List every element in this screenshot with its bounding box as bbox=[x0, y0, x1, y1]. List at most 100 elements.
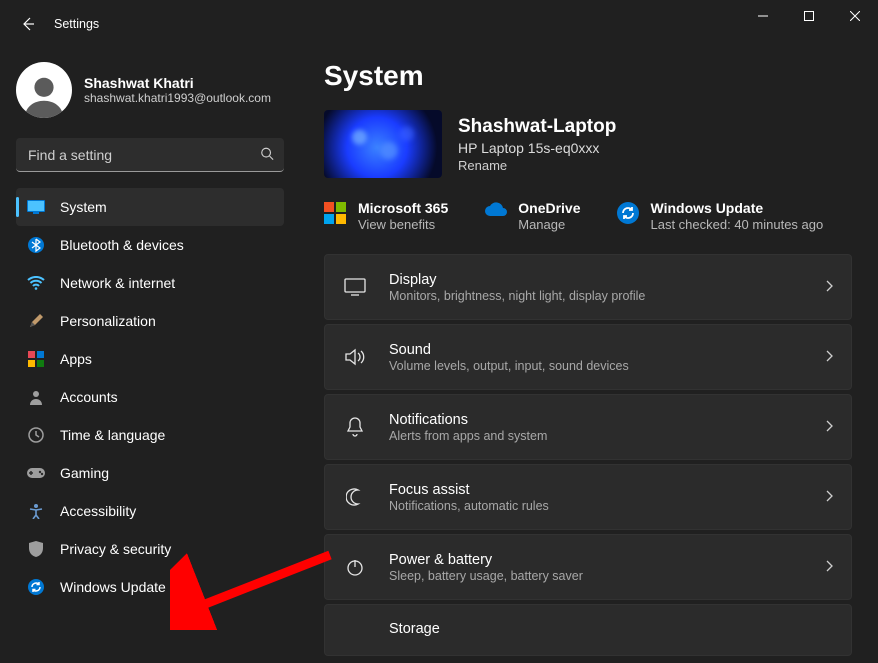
back-button[interactable] bbox=[14, 10, 42, 38]
setting-sub: Volume levels, output, input, sound devi… bbox=[389, 359, 825, 373]
setting-storage[interactable]: Storage bbox=[324, 604, 852, 656]
setting-title: Sound bbox=[389, 342, 825, 358]
cloud-onedrive[interactable]: OneDrive Manage bbox=[484, 200, 580, 232]
close-icon bbox=[850, 11, 860, 21]
chevron-right-icon bbox=[825, 349, 833, 365]
display-icon bbox=[343, 275, 367, 299]
maximize-button[interactable] bbox=[786, 0, 832, 32]
nav-label: Gaming bbox=[60, 465, 109, 481]
profile-block[interactable]: Shashwat Khatri shashwat.khatri1993@outl… bbox=[16, 62, 284, 118]
nav-item-accounts[interactable]: Accounts bbox=[16, 378, 284, 416]
nav-label: Privacy & security bbox=[60, 541, 171, 557]
nav-item-privacy[interactable]: Privacy & security bbox=[16, 530, 284, 568]
bluetooth-icon bbox=[26, 235, 46, 255]
cloud-title: Windows Update bbox=[651, 200, 824, 216]
setting-display[interactable]: Display Monitors, brightness, night ligh… bbox=[324, 254, 852, 320]
apps-icon bbox=[26, 349, 46, 369]
device-rename-link[interactable]: Rename bbox=[458, 158, 616, 173]
settings-list: Display Monitors, brightness, night ligh… bbox=[324, 254, 852, 656]
nav-label: Personalization bbox=[60, 313, 156, 329]
cloud-title: Microsoft 365 bbox=[358, 200, 448, 216]
shield-icon bbox=[26, 539, 46, 559]
cloud-m365[interactable]: Microsoft 365 View benefits bbox=[324, 200, 448, 232]
chevron-right-icon bbox=[825, 419, 833, 435]
sidebar: Shashwat Khatri shashwat.khatri1993@outl… bbox=[0, 48, 300, 663]
arrow-left-icon bbox=[20, 16, 36, 32]
search-icon bbox=[260, 147, 274, 164]
nav-item-network[interactable]: Network & internet bbox=[16, 264, 284, 302]
update-icon bbox=[26, 577, 46, 597]
nav-label: System bbox=[60, 199, 107, 215]
nav-item-bluetooth[interactable]: Bluetooth & devices bbox=[16, 226, 284, 264]
sound-icon bbox=[343, 345, 367, 369]
maximize-icon bbox=[804, 11, 814, 21]
moon-icon bbox=[343, 485, 367, 509]
setting-power[interactable]: Power & battery Sleep, battery usage, ba… bbox=[324, 534, 852, 600]
setting-title: Storage bbox=[389, 621, 833, 637]
accounts-icon bbox=[26, 387, 46, 407]
device-block: Shashwat-Laptop HP Laptop 15s-eq0xxx Ren… bbox=[324, 110, 852, 178]
nav-item-apps[interactable]: Apps bbox=[16, 340, 284, 378]
profile-name: Shashwat Khatri bbox=[84, 75, 271, 91]
accessibility-icon bbox=[26, 501, 46, 521]
nav-item-gaming[interactable]: Gaming bbox=[16, 454, 284, 492]
setting-title: Power & battery bbox=[389, 552, 825, 568]
gaming-icon bbox=[26, 463, 46, 483]
onedrive-icon bbox=[484, 202, 506, 224]
setting-sub: Monitors, brightness, night light, displ… bbox=[389, 289, 825, 303]
search-wrap bbox=[16, 138, 284, 172]
device-wallpaper-thumb[interactable] bbox=[324, 110, 442, 178]
system-icon bbox=[26, 197, 46, 217]
chevron-right-icon bbox=[825, 279, 833, 295]
nav-label: Accounts bbox=[60, 389, 118, 405]
setting-sub: Notifications, automatic rules bbox=[389, 499, 825, 513]
nav-item-system[interactable]: System bbox=[16, 188, 284, 226]
nav-item-time[interactable]: Time & language bbox=[16, 416, 284, 454]
setting-title: Notifications bbox=[389, 412, 825, 428]
device-name: Shashwat-Laptop bbox=[458, 116, 616, 138]
page-title: System bbox=[324, 60, 852, 92]
cloud-title: OneDrive bbox=[518, 200, 580, 216]
setting-notifications[interactable]: Notifications Alerts from apps and syste… bbox=[324, 394, 852, 460]
power-icon bbox=[343, 555, 367, 579]
setting-title: Display bbox=[389, 272, 825, 288]
nav-label: Network & internet bbox=[60, 275, 175, 291]
cloud-update[interactable]: Windows Update Last checked: 40 minutes … bbox=[617, 200, 824, 232]
setting-title: Focus assist bbox=[389, 482, 825, 498]
setting-focus[interactable]: Focus assist Notifications, automatic ru… bbox=[324, 464, 852, 530]
minimize-button[interactable] bbox=[740, 0, 786, 32]
brush-icon bbox=[26, 311, 46, 331]
chevron-right-icon bbox=[825, 559, 833, 575]
nav-label: Bluetooth & devices bbox=[60, 237, 184, 253]
minimize-icon bbox=[758, 11, 768, 21]
storage-icon bbox=[343, 617, 367, 641]
setting-sub: Alerts from apps and system bbox=[389, 429, 825, 443]
cloud-sub: View benefits bbox=[358, 217, 448, 232]
wifi-icon bbox=[26, 273, 46, 293]
chevron-right-icon bbox=[825, 489, 833, 505]
device-model: HP Laptop 15s-eq0xxx bbox=[458, 140, 616, 156]
nav-item-personalization[interactable]: Personalization bbox=[16, 302, 284, 340]
windows-update-icon bbox=[617, 202, 639, 224]
titlebar: Settings bbox=[0, 0, 878, 48]
app-title: Settings bbox=[54, 17, 99, 31]
main-content: System Shashwat-Laptop HP Laptop 15s-eq0… bbox=[300, 48, 878, 663]
cloud-sub: Last checked: 40 minutes ago bbox=[651, 217, 824, 232]
setting-sub: Sleep, battery usage, battery saver bbox=[389, 569, 825, 583]
nav-label: Time & language bbox=[60, 427, 165, 443]
window-controls bbox=[740, 0, 878, 32]
nav-label: Accessibility bbox=[60, 503, 136, 519]
close-button[interactable] bbox=[832, 0, 878, 32]
avatar bbox=[16, 62, 72, 118]
nav-label: Apps bbox=[60, 351, 92, 367]
bell-icon bbox=[343, 415, 367, 439]
clock-icon bbox=[26, 425, 46, 445]
m365-icon bbox=[324, 202, 346, 224]
cloud-row: Microsoft 365 View benefits OneDrive Man… bbox=[324, 200, 852, 232]
setting-sound[interactable]: Sound Volume levels, output, input, soun… bbox=[324, 324, 852, 390]
nav-item-update[interactable]: Windows Update bbox=[16, 568, 284, 606]
nav-label: Windows Update bbox=[60, 579, 166, 595]
search-input[interactable] bbox=[16, 138, 284, 172]
nav-item-accessibility[interactable]: Accessibility bbox=[16, 492, 284, 530]
nav-list: System Bluetooth & devices Network & int… bbox=[16, 188, 284, 606]
